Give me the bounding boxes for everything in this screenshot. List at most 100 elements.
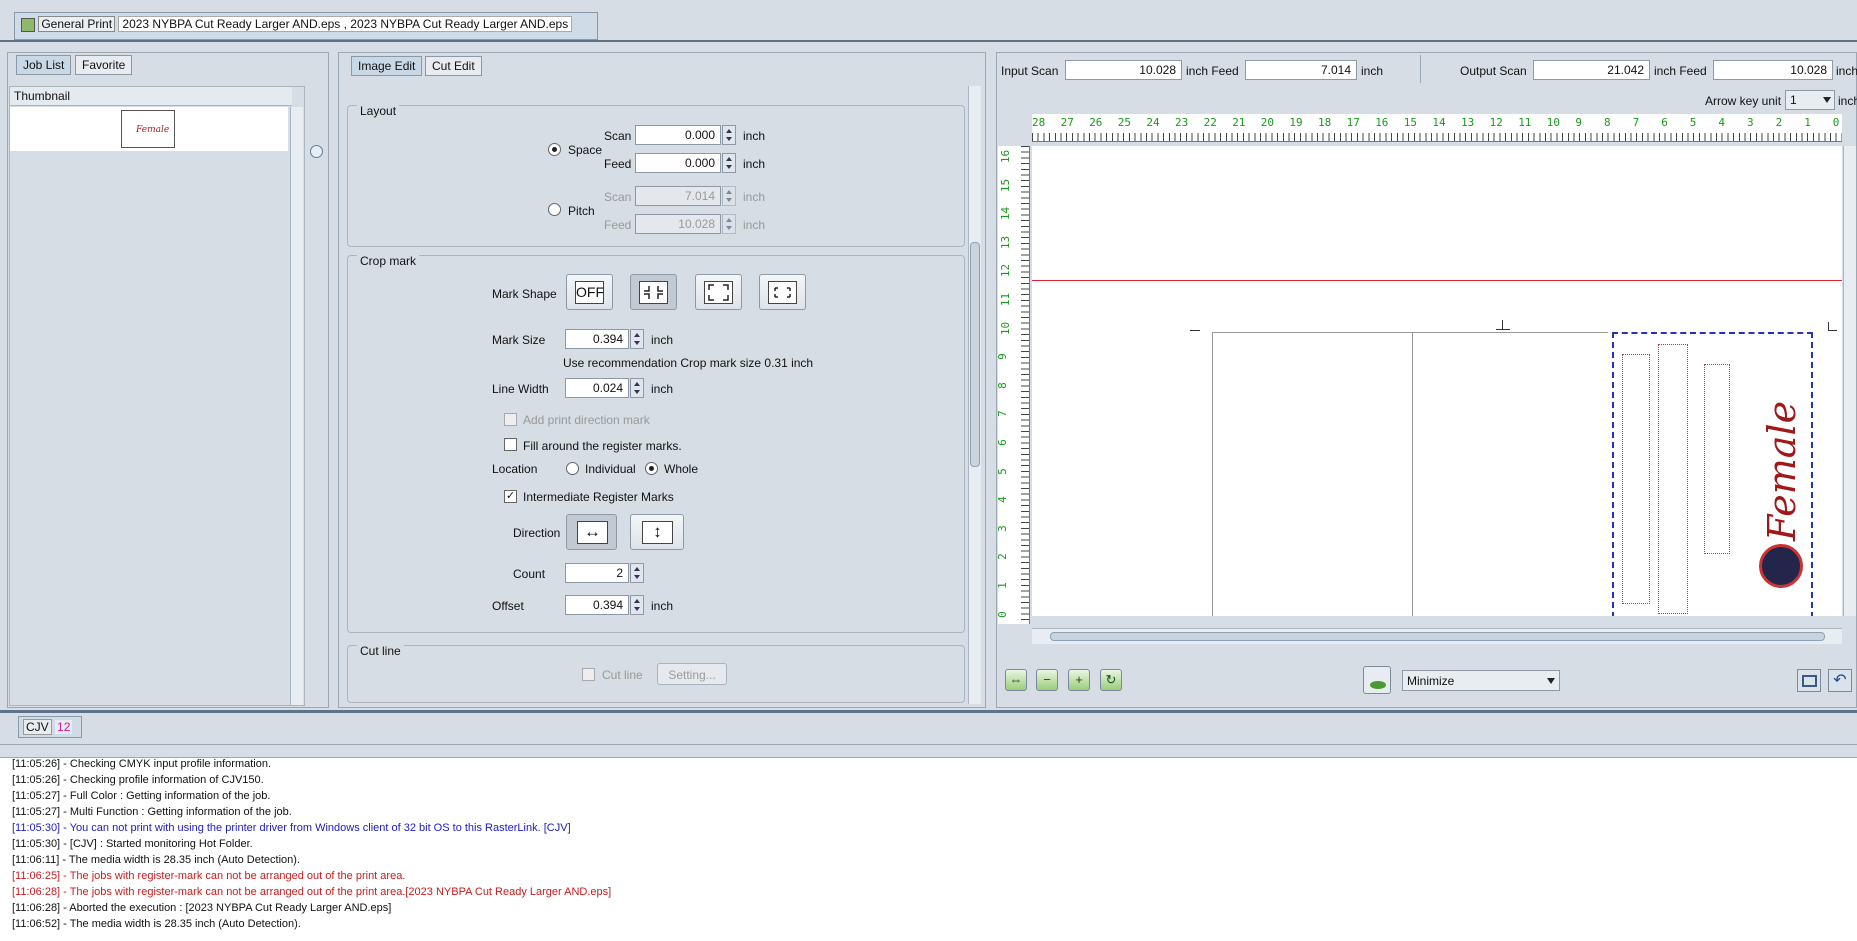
refresh-button[interactable]: ↻ — [1100, 669, 1122, 691]
space-scan-field[interactable]: 0.000 — [635, 125, 721, 145]
layout-view-button[interactable] — [1797, 669, 1821, 692]
pitch-scan-field: 7.014 — [635, 186, 721, 206]
whole-radio[interactable] — [645, 462, 658, 475]
pitch-feed-stepper — [722, 214, 736, 234]
top-ruler-number: 22 — [1203, 116, 1217, 129]
preview-vscroll[interactable] — [1843, 146, 1856, 616]
side-ruler-number: 0 — [995, 610, 1009, 618]
print-head-button[interactable] — [1363, 666, 1391, 694]
space-scan-stepper[interactable] — [722, 125, 736, 145]
inner-corner-icon — [639, 281, 668, 304]
fit-width-icon: ⇔ — [1009, 672, 1023, 687]
general-print-tab[interactable]: General Print 2023 NYBPA Cut Ready Large… — [14, 12, 598, 40]
side-ruler-number: 14 — [999, 207, 1013, 221]
fill-around-checkbox[interactable] — [504, 438, 517, 451]
arrow-key-unit-label: Arrow key unit — [1705, 94, 1782, 108]
off-icon: OFF — [575, 281, 604, 304]
individual-radio[interactable] — [566, 462, 579, 475]
intermediate-checkbox[interactable]: ✓ — [504, 490, 517, 503]
arrow-key-unit-suffix: inch — [1838, 94, 1857, 108]
undo-button[interactable]: ↶ — [1828, 669, 1852, 692]
location-label: Location — [492, 462, 538, 476]
pitch-scan-stepper — [722, 186, 736, 206]
tab-favorite[interactable]: Favorite — [75, 55, 133, 75]
input-inch-feed-label: inch Feed — [1186, 64, 1239, 78]
thumbnail-scrollbar[interactable] — [290, 107, 303, 705]
job-image[interactable]: Female — [1612, 332, 1813, 616]
offset-unit: inch — [651, 599, 674, 613]
zoom-out-button[interactable]: − — [1036, 669, 1058, 691]
space-scan-unit: inch — [743, 129, 766, 143]
mark-size-stepper[interactable] — [630, 329, 644, 349]
log-line: [11:05:30] - You can not print with usin… — [12, 822, 571, 834]
top-ruler-number: 12 — [1489, 116, 1503, 129]
printer-tab[interactable]: CJV 12 — [18, 716, 82, 738]
direction-vertical-button[interactable]: ↕ — [630, 514, 684, 550]
output-scan-field: 21.042 — [1533, 60, 1650, 80]
media-area — [1212, 332, 1608, 616]
top-ruler-number: 19 — [1289, 116, 1303, 129]
top-ruler-number: 1 — [1804, 116, 1811, 129]
space-feed-label: Feed — [604, 157, 632, 171]
pitch-label: Pitch — [568, 204, 595, 218]
space-feed-field[interactable]: 0.000 — [635, 153, 721, 173]
mark-size-unit: inch — [651, 333, 674, 347]
top-ruler-number: 27 — [1060, 116, 1074, 129]
mark-shape-off-button[interactable]: OFF — [566, 274, 613, 310]
line-width-field[interactable]: 0.024 — [565, 378, 629, 398]
side-ruler-number: 12 — [999, 264, 1013, 278]
mark-shape-corner-small-button[interactable] — [759, 274, 806, 310]
media-divider — [1412, 332, 1413, 616]
top-ruler-number: 10 — [1546, 116, 1561, 129]
job-artwork-column-2 — [1658, 344, 1688, 614]
zoom-in-icon: + — [1075, 672, 1083, 687]
side-ruler-number: 7 — [995, 410, 1009, 418]
log-line: [11:05:27] - Multi Function : Getting in… — [12, 806, 292, 818]
job-artwork-column-1 — [1622, 354, 1650, 604]
preview-hscroll-thumb[interactable] — [1050, 632, 1825, 641]
edit-scroll-thumb[interactable] — [970, 242, 980, 467]
direction-label: Direction — [513, 526, 561, 540]
layout-view-icon — [1802, 675, 1817, 687]
print-area-limit-line — [1032, 280, 1842, 281]
direction-horizontal-button[interactable]: ↔ — [566, 514, 617, 550]
pitch-radio[interactable] — [548, 203, 561, 216]
tab-cut-edit[interactable]: Cut Edit — [425, 56, 482, 76]
top-ruler-number: 7 — [1632, 116, 1640, 129]
count-field[interactable]: 2 — [565, 563, 629, 583]
tab-job-list[interactable]: Job List — [16, 55, 72, 75]
preview-canvas[interactable]: Female — [1032, 146, 1842, 616]
splitter-handle[interactable] — [310, 145, 323, 158]
space-radio[interactable] — [548, 143, 561, 156]
mark-shape-corner-inner-button[interactable] — [630, 274, 677, 310]
printer-tab-name: CJV — [23, 719, 52, 735]
top-ruler-ticks — [1032, 133, 1842, 141]
top-ruler-number: 23 — [1175, 116, 1189, 129]
output-scan-label: Output Scan — [1460, 64, 1527, 78]
tab-image-edit[interactable]: Image Edit — [351, 56, 423, 76]
fill-around-label: Fill around the register marks. — [523, 439, 682, 453]
fit-width-button[interactable]: ⇔ — [1005, 669, 1027, 691]
space-feed-stepper[interactable] — [722, 153, 736, 173]
top-ruler-number: 8 — [1604, 116, 1611, 129]
mark-size-field[interactable]: 0.394 — [565, 329, 629, 349]
add-direction-checkbox — [504, 413, 517, 426]
offset-stepper[interactable] — [630, 595, 644, 615]
output-feed-unit: inch — [1836, 64, 1857, 78]
offset-label: Offset — [492, 599, 524, 613]
pitch-feed-label: Feed — [604, 218, 632, 232]
count-stepper[interactable] — [630, 563, 644, 583]
zoom-in-button[interactable]: + — [1068, 669, 1090, 691]
arrow-key-unit-select[interactable]: 1 — [1785, 90, 1835, 110]
output-inch-feed-label: inch Feed — [1654, 64, 1707, 78]
log-splitter[interactable] — [0, 744, 1857, 757]
mark-shape-corner-outer-button[interactable] — [695, 274, 742, 310]
line-width-stepper[interactable] — [630, 378, 644, 398]
job-thumbnail[interactable]: Female — [121, 110, 175, 148]
offset-field[interactable]: 0.394 — [565, 595, 629, 615]
minimize-select[interactable]: Minimize — [1402, 670, 1560, 691]
side-ruler-number: 8 — [995, 381, 1009, 389]
thumbnail-header: Thumbnail — [10, 87, 292, 106]
minimize-value: Minimize — [1407, 674, 1455, 688]
top-ruler-number: 18 — [1318, 116, 1332, 129]
